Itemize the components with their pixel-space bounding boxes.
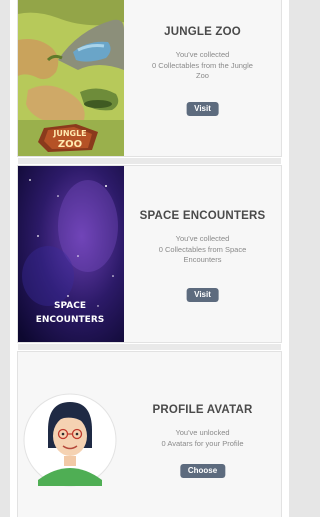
space-encounters-thumbnail: SPACE ENCOUNTERS <box>18 166 124 342</box>
description-line: 0 Avatars for your Profile <box>161 438 244 448</box>
card-description: You've collected 0 Collectables from Spa… <box>136 234 269 266</box>
jungle-zoo-artwork: JUNGLE ZOO <box>18 0 124 156</box>
description-line: Zoo <box>196 71 209 80</box>
card-title: SPACE ENCOUNTERS <box>139 210 266 222</box>
description-line: You've unlocked <box>175 428 230 437</box>
profile-avatar-thumbnail <box>18 352 124 517</box>
description-line: 0 Collectables from Space <box>158 244 247 254</box>
profile-avatar-card: PROFILE AVATAR You've unlocked 0 Avatars… <box>18 352 281 517</box>
description-line: 0 Collectables from the Jungle <box>152 60 253 70</box>
space-logo-line2: ENCOUNTERS <box>36 315 104 325</box>
jungle-zoo-card: JUNGLE ZOO JUNGLE ZOO You've collected 0… <box>18 0 281 156</box>
visit-button[interactable]: Visit <box>186 288 219 302</box>
space-encounters-artwork: SPACE ENCOUNTERS <box>18 166 124 342</box>
card-divider <box>18 344 281 350</box>
jungle-zoo-info: JUNGLE ZOO You've collected 0 Collectabl… <box>124 0 281 156</box>
avatar-icon <box>23 393 117 487</box>
card-description: You've collected 0 Collectables from the… <box>136 50 269 82</box>
card-title: JUNGLE ZOO <box>164 26 241 38</box>
space-encounters-info: SPACE ENCOUNTERS You've collected 0 Coll… <box>124 166 281 342</box>
card-divider <box>18 158 281 164</box>
space-encounters-card: SPACE ENCOUNTERS SPACE ENCOUNTERS You've… <box>18 166 281 342</box>
description-line: You've collected <box>175 234 230 243</box>
jungle-zoo-logo-line2: ZOO <box>58 139 82 150</box>
description-line: Encounters <box>183 255 222 264</box>
jungle-zoo-thumbnail: JUNGLE ZOO <box>18 0 124 156</box>
card-title: PROFILE AVATAR <box>152 404 253 416</box>
description-line: You've collected <box>175 50 230 59</box>
collectables-page: JUNGLE ZOO JUNGLE ZOO You've collected 0… <box>10 0 289 517</box>
card-description: You've unlocked 0 Avatars for your Profi… <box>136 428 269 449</box>
choose-button[interactable]: Choose <box>179 464 226 478</box>
jungle-zoo-logo-line1: JUNGLE <box>52 129 86 138</box>
visit-button[interactable]: Visit <box>186 102 219 116</box>
space-logo-line1: SPACE <box>54 301 86 311</box>
profile-avatar-info: PROFILE AVATAR You've unlocked 0 Avatars… <box>124 352 281 517</box>
